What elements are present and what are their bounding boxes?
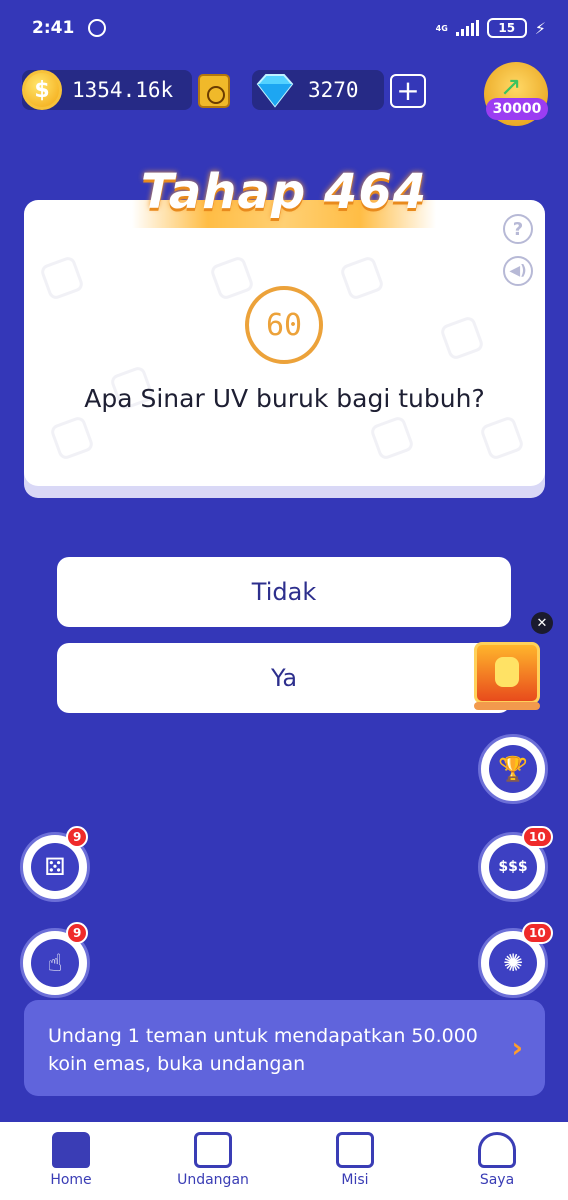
nav-label: Home — [50, 1172, 92, 1188]
nav-item-misi[interactable]: Misi — [284, 1122, 426, 1200]
watermark-icon — [338, 254, 386, 302]
stage-title: Tahap 464 — [140, 164, 428, 220]
question-text: Apa Sinar UV buruk bagi tubuh? — [84, 384, 485, 413]
reward-amount: 30000 — [486, 98, 548, 120]
battery-level: 15 — [498, 21, 516, 35]
scratch-card-icon: ☝ — [31, 939, 79, 987]
scratch-count-badge: 9 — [66, 922, 89, 944]
coin-balance: 1354.16k — [72, 78, 174, 102]
wheel-count-badge: 10 — [522, 922, 553, 944]
leaderboard-button[interactable]: 🏆 — [478, 734, 548, 804]
watermark-icon — [38, 254, 86, 302]
home-icon — [52, 1132, 90, 1168]
slot-count-badge: 10 — [522, 826, 553, 848]
dice-count-badge: 9 — [66, 826, 89, 848]
watermark-icon — [478, 414, 526, 462]
alarm-icon — [88, 19, 107, 37]
answer-button-tidak[interactable]: Tidak — [57, 557, 511, 627]
status-bar: 2:41 4G 15 ⚡ — [0, 0, 568, 56]
add-gems-button[interactable]: + — [390, 74, 426, 108]
countdown-timer: 60 — [245, 286, 323, 364]
watermark-icon — [368, 414, 416, 462]
status-right: 4G 15 ⚡ — [436, 18, 546, 38]
invite-text: Undang 1 teman untuk mendapatkan 50.000 … — [48, 1025, 478, 1075]
watermark-icon — [438, 314, 486, 362]
sound-icon[interactable]: ◀) — [503, 256, 533, 286]
watermark-icon — [208, 254, 256, 302]
status-time: 2:41 — [32, 18, 75, 38]
watermark-icon — [48, 414, 96, 462]
gift-box-icon[interactable] — [474, 642, 540, 704]
nav-item-undangan[interactable]: Undangan — [142, 1122, 284, 1200]
nav-label: Misi — [341, 1172, 369, 1188]
wheel-icon: ✺ — [489, 939, 537, 987]
nav-label: Saya — [479, 1172, 515, 1188]
question-card: ? ◀) 60 Apa Sinar UV buruk bagi tubuh? — [24, 200, 545, 486]
nav-item-home[interactable]: Home — [0, 1122, 142, 1200]
nav-label: Undangan — [177, 1172, 249, 1188]
invite-banner[interactable]: Undang 1 teman untuk mendapatkan 50.000 … — [24, 1000, 545, 1096]
invite-icon — [194, 1132, 232, 1168]
coin-icon: $ — [22, 70, 62, 110]
nav-item-saya[interactable]: Saya — [426, 1122, 568, 1200]
cash-out-icon[interactable] — [198, 74, 230, 108]
chevron-right-icon: › — [511, 1031, 523, 1064]
answer-button-ya[interactable]: Ya — [57, 643, 511, 713]
mission-list-icon — [336, 1132, 374, 1168]
coin-balance-pill[interactable]: $ 1354.16k — [22, 70, 192, 110]
gift-progress-bar — [474, 702, 540, 710]
diamond-icon — [256, 74, 294, 108]
currency-header: $ 1354.16k 3270 + ↗ 30000 — [0, 62, 568, 132]
signal-icon — [455, 20, 479, 36]
gem-balance: 3270 — [308, 78, 359, 102]
trophy-icon: 🏆 — [489, 745, 537, 793]
close-icon[interactable]: ✕ — [531, 612, 553, 634]
dice-icon: ⚄ — [31, 843, 79, 891]
battery-icon: 15 — [486, 18, 527, 38]
slot-machine-icon: $$$ — [489, 843, 537, 891]
charging-icon: ⚡ — [534, 18, 546, 38]
bottom-nav: Home Undangan Misi Saya — [0, 1122, 568, 1200]
gem-balance-pill[interactable]: 3270 — [252, 70, 384, 110]
network-type: 4G — [435, 23, 448, 33]
reward-badge[interactable]: ↗ 30000 — [484, 62, 548, 126]
profile-icon — [478, 1132, 516, 1168]
